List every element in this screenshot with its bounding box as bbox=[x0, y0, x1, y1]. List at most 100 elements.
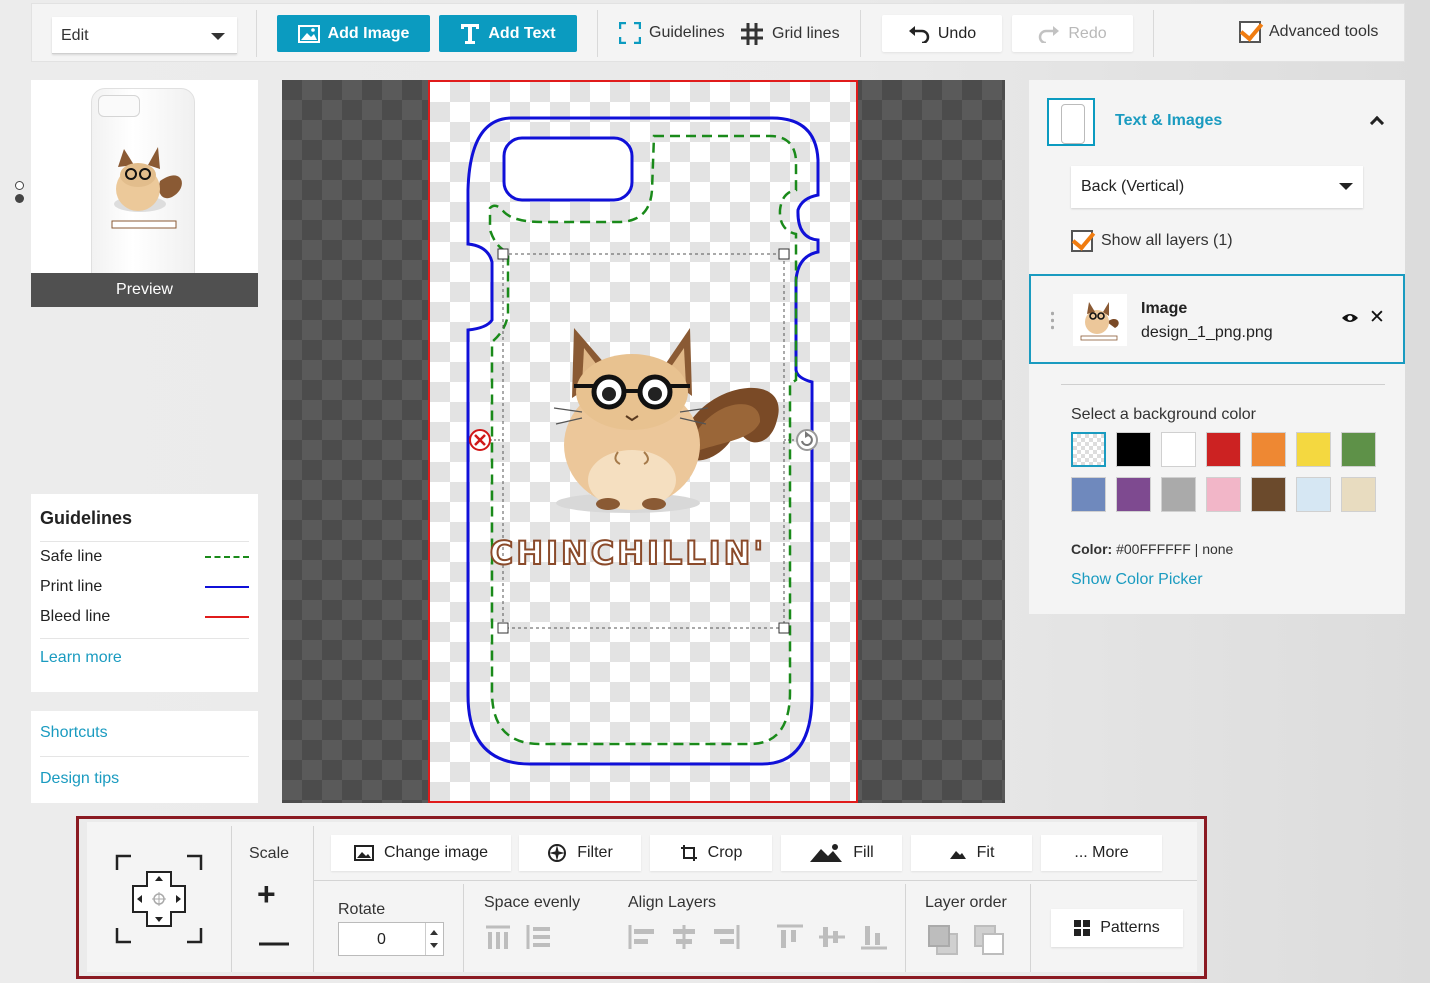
align-top-icon[interactable] bbox=[776, 924, 804, 950]
redo-button[interactable]: Redo bbox=[1012, 15, 1133, 52]
guidelines-title: Guidelines bbox=[40, 494, 249, 542]
stepper-down-icon[interactable] bbox=[430, 943, 438, 948]
side-select-value: Back (Vertical) bbox=[1081, 178, 1185, 195]
bring-forward-icon[interactable] bbox=[927, 924, 959, 956]
undo-button[interactable]: Undo bbox=[882, 15, 1002, 52]
swatch-transparent[interactable] bbox=[1071, 432, 1106, 467]
show-all-layers-label: Show all layers (1) bbox=[1101, 232, 1233, 249]
show-color-picker-link[interactable]: Show Color Picker bbox=[1071, 571, 1203, 589]
align-bottom-icon[interactable] bbox=[860, 924, 888, 950]
resize-handle bbox=[497, 622, 509, 634]
color-value: #00FFFFFF | none bbox=[1116, 541, 1234, 557]
redo-icon bbox=[1039, 25, 1060, 43]
fit-button[interactable]: Fit bbox=[911, 835, 1032, 871]
pager-dot[interactable] bbox=[15, 181, 24, 190]
add-text-button[interactable]: Add Text bbox=[439, 15, 577, 52]
drag-handle-icon[interactable] bbox=[1051, 310, 1054, 330]
mode-select[interactable]: Edit bbox=[52, 17, 237, 54]
show-all-layers-toggle[interactable]: Show all layers (1) bbox=[1071, 230, 1233, 252]
grid-lines-toggle[interactable]: Grid lines bbox=[740, 22, 840, 46]
shortcuts-link[interactable]: Shortcuts bbox=[40, 711, 249, 757]
color-swatch[interactable] bbox=[1296, 477, 1331, 512]
rotate-stepper[interactable] bbox=[425, 923, 443, 955]
show-all-layers-checkbox[interactable] bbox=[1071, 230, 1093, 252]
design-text: CHINCHILLIN' bbox=[490, 534, 766, 572]
send-backward-icon[interactable] bbox=[973, 924, 1005, 956]
patterns-button[interactable]: Patterns bbox=[1051, 909, 1183, 947]
align-center-icon[interactable] bbox=[670, 924, 698, 950]
safe-line-swatch bbox=[205, 556, 249, 558]
chevron-up-icon[interactable] bbox=[1369, 115, 1385, 131]
filter-button[interactable]: Filter bbox=[519, 835, 641, 871]
layer-order-label: Layer order bbox=[925, 894, 1007, 911]
advanced-tools-toggle[interactable]: Advanced tools bbox=[1239, 21, 1378, 43]
rotate-input[interactable]: 0 bbox=[338, 922, 444, 956]
align-middle-icon[interactable] bbox=[818, 924, 846, 950]
phone-preview-image bbox=[91, 88, 195, 298]
align-right-icon[interactable] bbox=[712, 924, 740, 950]
design-canvas[interactable]: CHINCHILLIN' bbox=[282, 80, 1005, 803]
grid-squares-icon bbox=[1074, 920, 1091, 936]
distribute-horizontal-icon[interactable] bbox=[485, 924, 511, 950]
move-control-icon[interactable] bbox=[115, 854, 203, 944]
space-evenly-label: Space evenly bbox=[484, 894, 581, 911]
guidelines-label: Guidelines bbox=[649, 24, 725, 41]
color-swatch[interactable] bbox=[1206, 432, 1241, 467]
advanced-tools-label: Advanced tools bbox=[1269, 23, 1379, 40]
color-swatch[interactable] bbox=[1161, 477, 1196, 512]
scale-down-button[interactable]: — bbox=[259, 926, 289, 960]
preview-panel[interactable]: Preview bbox=[31, 80, 258, 307]
close-icon[interactable]: ✕ bbox=[1369, 306, 1385, 329]
product-thumbnail bbox=[1047, 98, 1095, 146]
help-links: Shortcuts Design tips bbox=[31, 711, 258, 803]
filter-icon bbox=[548, 844, 567, 862]
add-image-button[interactable]: Add Image bbox=[277, 15, 430, 52]
fill-label: Fill bbox=[853, 844, 874, 861]
side-select[interactable]: Back (Vertical) bbox=[1071, 166, 1363, 208]
distribute-vertical-icon[interactable] bbox=[525, 924, 551, 950]
color-swatch[interactable] bbox=[1161, 432, 1196, 467]
background-color-label: Select a background color bbox=[1071, 406, 1256, 423]
align-left-icon[interactable] bbox=[628, 924, 656, 950]
color-swatch[interactable] bbox=[1251, 477, 1286, 512]
preview-label: Preview bbox=[31, 273, 258, 307]
eye-icon[interactable] bbox=[1341, 312, 1359, 324]
text-icon bbox=[461, 23, 480, 44]
image-tools-toolbar: Scale + — Change image Filter Crop Fill … bbox=[76, 816, 1207, 979]
color-swatch[interactable] bbox=[1116, 477, 1151, 512]
crop-label: Crop bbox=[707, 844, 743, 861]
fill-icon bbox=[810, 844, 843, 862]
legend-bleed-line: Bleed line bbox=[40, 602, 249, 632]
color-swatch[interactable] bbox=[1341, 432, 1376, 467]
learn-more-link[interactable]: Learn more bbox=[40, 638, 249, 667]
color-swatch[interactable] bbox=[1251, 432, 1286, 467]
guidelines-toggle[interactable]: Guidelines bbox=[619, 22, 725, 44]
panel-title[interactable]: Text & Images bbox=[1115, 112, 1222, 130]
more-button[interactable]: ... More bbox=[1041, 835, 1162, 871]
color-swatch[interactable] bbox=[1071, 477, 1106, 512]
chinchilla-thumbnail bbox=[111, 147, 182, 229]
legend-label: Safe line bbox=[40, 548, 103, 565]
color-swatch[interactable] bbox=[1341, 477, 1376, 512]
layer-item[interactable]: Image design_1_png.png ✕ bbox=[1029, 274, 1405, 364]
image-icon bbox=[353, 845, 374, 861]
crop-button[interactable]: Crop bbox=[650, 835, 772, 871]
design-tips-link[interactable]: Design tips bbox=[40, 757, 249, 803]
change-image-button[interactable]: Change image bbox=[331, 835, 511, 871]
advanced-tools-checkbox[interactable] bbox=[1239, 21, 1261, 43]
stepper-up-icon[interactable] bbox=[430, 930, 438, 935]
scale-up-button[interactable]: + bbox=[257, 876, 276, 913]
color-swatch[interactable] bbox=[1116, 432, 1151, 467]
color-swatch[interactable] bbox=[1296, 432, 1331, 467]
resize-handle bbox=[778, 622, 790, 634]
grid-lines-label: Grid lines bbox=[772, 25, 840, 42]
redo-label: Redo bbox=[1068, 24, 1107, 42]
color-swatch[interactable] bbox=[1206, 477, 1241, 512]
legend-label: Bleed line bbox=[40, 608, 111, 625]
patterns-label: Patterns bbox=[1100, 919, 1160, 936]
fill-button[interactable]: Fill bbox=[781, 835, 902, 871]
camera-cutout-outline bbox=[502, 136, 634, 202]
align-layers-label: Align Layers bbox=[628, 894, 717, 911]
pager-dot-active[interactable] bbox=[15, 194, 24, 203]
bleed-line-swatch bbox=[205, 616, 249, 618]
